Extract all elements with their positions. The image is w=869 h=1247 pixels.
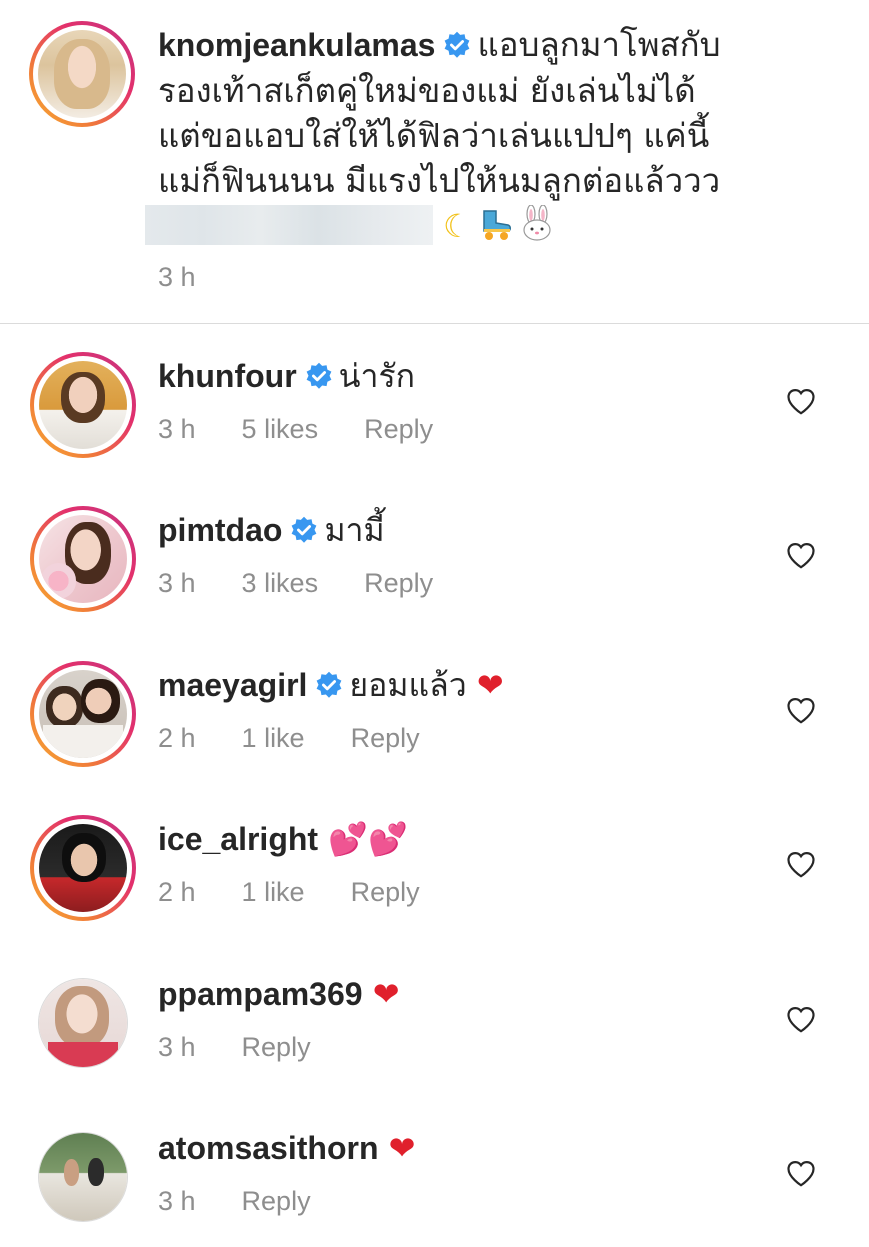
comment-username[interactable]: khunfour [158, 358, 297, 394]
red-heart-icon: ❤ [476, 666, 504, 704]
comment-meta: 3 h Reply [158, 1186, 357, 1217]
avatar[interactable] [30, 506, 136, 612]
comment-time: 2 h [158, 723, 196, 753]
reply-button[interactable]: Reply [351, 877, 420, 907]
verified-icon [290, 516, 318, 544]
avatar[interactable] [30, 661, 136, 767]
comment-item: atomsasithorn ❤ 3 h Reply [0, 1124, 869, 1247]
heart-icon[interactable] [786, 851, 816, 879]
caption-text: knomjeankulamas แอบลูกมาโพสกับ รองเท้าสเก… [145, 22, 848, 249]
comment-username[interactable]: ice_alright [158, 821, 318, 857]
verified-icon [315, 671, 343, 699]
comment-meta: 2 h 1 like Reply [158, 877, 466, 908]
heart-icon[interactable] [786, 388, 816, 416]
comment-line: ice_alright 💕💕 [158, 817, 408, 861]
comment-text: น่ารัก [338, 357, 416, 395]
avatar[interactable] [38, 1132, 128, 1222]
red-heart-icon: ❤ [388, 1129, 416, 1167]
comment-item: ice_alright 💕💕 2 h 1 like Reply [0, 815, 869, 969]
reply-button[interactable]: Reply [242, 1186, 311, 1216]
comment-item: khunfour น่ารัก 3 h 5 likes Reply [0, 352, 869, 506]
caption-line-2: รองเท้าสเก็ตคู่ใหม่ของแม่ ยังเล่นไม่ได้ [158, 71, 696, 110]
comment-likes[interactable]: 3 likes [242, 568, 319, 598]
caption-line-1: แอบลูกมาโพสกับ [477, 25, 721, 64]
comment-item: maeyagirl ยอมแล้ว ❤ 2 h 1 like Reply [0, 661, 869, 815]
heart-icon[interactable] [786, 1006, 816, 1034]
comment-line: maeyagirl ยอมแล้ว ❤ [158, 663, 504, 707]
comment-item: pimtdao มามี้ 3 h 3 likes Reply [0, 506, 869, 660]
caption-line-4: แม่ก็ฟินนนน มีแรงไปให้นมลูกต่อแล้ววว [158, 161, 721, 200]
caption-line-3: แต่ขอแอบใส่ให้ได้ฟิลว่าเล่นแปปๆ แค่นี้ [158, 116, 710, 155]
verified-icon [305, 362, 333, 390]
heart-icon[interactable] [786, 542, 816, 570]
comment-line: khunfour น่ารัก [158, 354, 415, 398]
rabbit-face-icon [520, 204, 554, 241]
caption-time: 3 h [158, 262, 196, 292]
comment-likes[interactable]: 5 likes [242, 414, 319, 444]
comment-meta: 2 h 1 like Reply [158, 723, 466, 754]
heart-icon[interactable] [786, 1160, 816, 1188]
avatar[interactable] [30, 815, 136, 921]
caption-avatar[interactable] [29, 21, 135, 127]
crescent-moon-icon: ☾ [443, 207, 472, 245]
comment-meta: 3 h 3 likes Reply [158, 568, 479, 599]
comment-text: มามี้ [324, 511, 385, 549]
caption-username[interactable]: knomjeankulamas [158, 27, 435, 63]
post-caption: knomjeankulamas แอบลูกมาโพสกับ รองเท้าสเก… [0, 0, 869, 323]
comment-line: atomsasithorn ❤ [158, 1126, 415, 1170]
comment-time: 3 h [158, 414, 196, 444]
comment-likes[interactable]: 1 like [242, 723, 305, 753]
comment-username[interactable]: maeyagirl [158, 667, 307, 703]
reply-button[interactable]: Reply [364, 568, 433, 598]
comment-username[interactable]: ppampam369 [158, 976, 363, 1012]
avatar[interactable] [30, 352, 136, 458]
comment-text: ยอมแล้ว [349, 666, 467, 704]
caption-meta: 3 h [158, 262, 242, 293]
comment-line: pimtdao มามี้ [158, 508, 385, 552]
two-hearts-icon: 💕💕 [328, 820, 408, 858]
comment-time: 3 h [158, 1186, 196, 1216]
red-heart-icon: ❤ [372, 975, 400, 1013]
divider [0, 323, 869, 324]
comment-time: 3 h [158, 1032, 196, 1062]
reply-button[interactable]: Reply [351, 723, 420, 753]
reply-button[interactable]: Reply [364, 414, 433, 444]
comment-time: 2 h [158, 877, 196, 907]
avatar[interactable] [38, 978, 128, 1068]
comment-line: ppampam369 ❤ [158, 972, 400, 1016]
comment-meta: 3 h 5 likes Reply [158, 414, 479, 445]
comment-item: ppampam369 ❤ 3 h Reply [0, 970, 869, 1124]
comment-meta: 3 h Reply [158, 1032, 357, 1063]
roller-skate-icon [478, 207, 514, 241]
heart-icon[interactable] [786, 697, 816, 725]
comment-likes[interactable]: 1 like [242, 877, 305, 907]
reply-button[interactable]: Reply [242, 1032, 311, 1062]
comment-time: 3 h [158, 568, 196, 598]
comment-username[interactable]: atomsasithorn [158, 1130, 378, 1166]
blurred-mention [145, 205, 433, 245]
comment-username[interactable]: pimtdao [158, 512, 282, 548]
verified-icon [443, 31, 471, 59]
